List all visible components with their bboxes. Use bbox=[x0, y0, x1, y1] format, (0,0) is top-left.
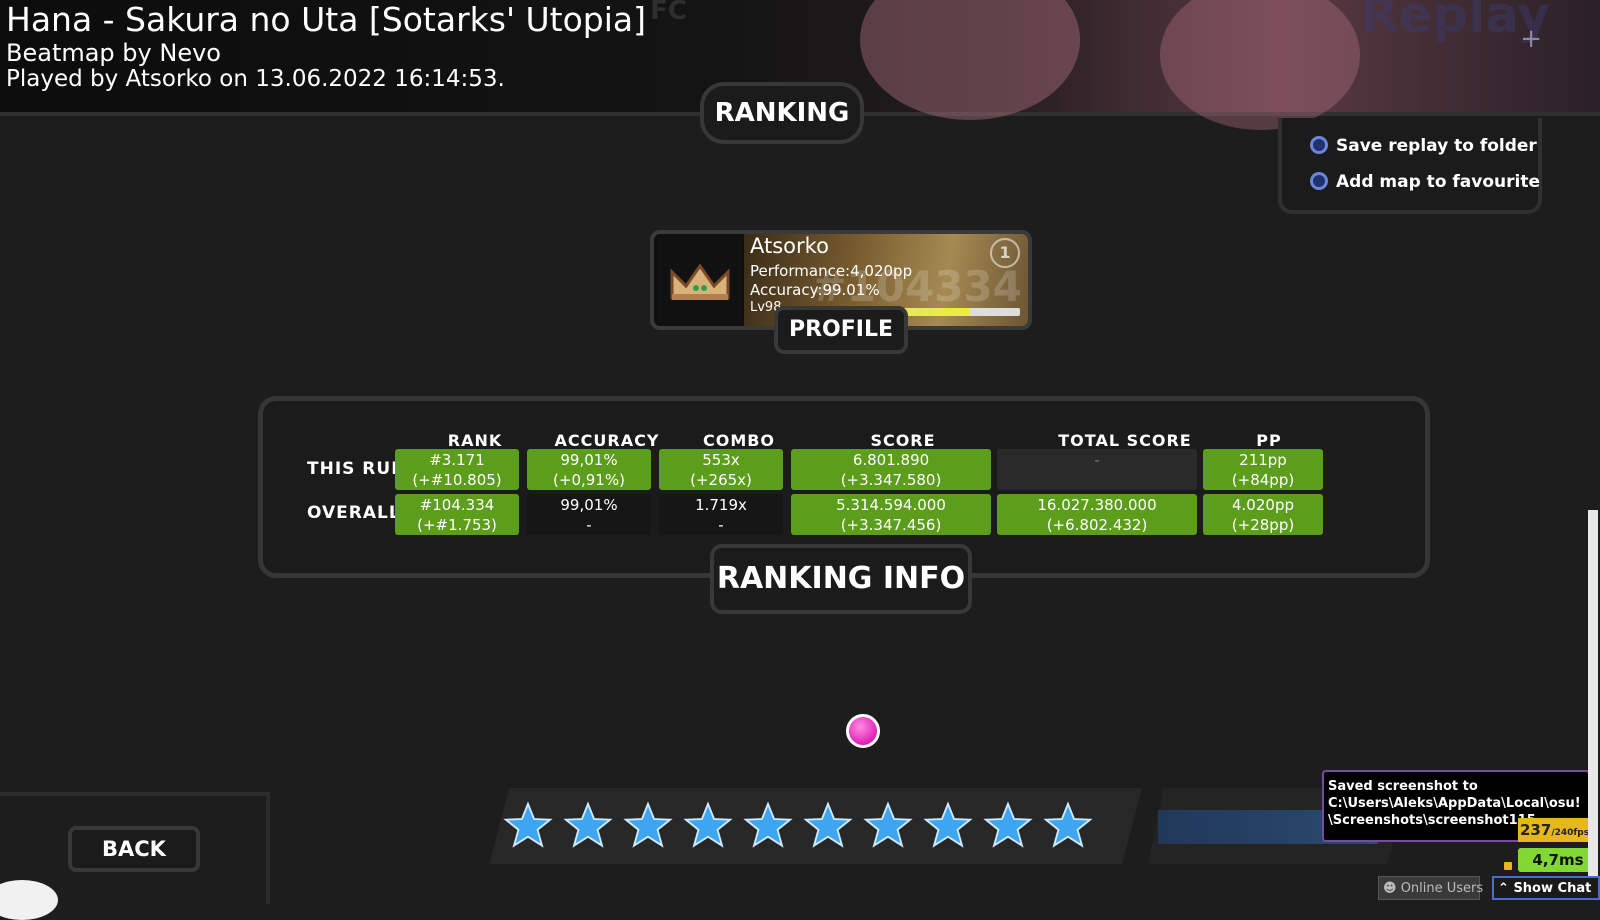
cell-value: 99,01% bbox=[560, 496, 618, 514]
back-button[interactable]: BACK bbox=[68, 826, 200, 872]
star-icon bbox=[683, 801, 733, 848]
show-chat-label: Show Chat bbox=[1513, 881, 1592, 896]
table-cell: - bbox=[997, 449, 1197, 490]
cell-delta: - bbox=[586, 516, 592, 534]
cell-delta: (+#10.805) bbox=[412, 471, 502, 489]
cell-value: 99,01% bbox=[560, 451, 618, 469]
star-icon bbox=[503, 801, 553, 848]
fps-value: 237 bbox=[1520, 821, 1552, 839]
table-cell: 5.314.594.000 (+3.347.456) bbox=[791, 494, 991, 535]
latency-counter: 4,7ms bbox=[1518, 848, 1598, 872]
notification-line: C:\Users\Aleks\AppData\Local\osu! bbox=[1328, 796, 1581, 811]
cell-delta: (+#1.753) bbox=[417, 516, 497, 534]
ranking-title: RANKING bbox=[700, 82, 864, 144]
star-icon bbox=[1043, 801, 1093, 848]
show-chat-button[interactable]: ⌃ Show Chat bbox=[1492, 876, 1600, 900]
scrollbar[interactable] bbox=[1588, 510, 1598, 890]
cell-delta: (+265x) bbox=[690, 471, 752, 489]
avatar bbox=[658, 238, 742, 322]
notification-line: Saved screenshot to bbox=[1328, 779, 1478, 794]
background-art bbox=[860, 0, 1080, 120]
save-replay-label: Save replay to folder bbox=[1336, 136, 1537, 156]
cell-value: - bbox=[1094, 451, 1100, 469]
online-users-button[interactable]: ☻ Online Users bbox=[1378, 876, 1484, 900]
cell-value: 5.314.594.000 bbox=[836, 496, 946, 514]
cell-value: 211pp bbox=[1239, 451, 1287, 469]
latency-indicator bbox=[1504, 862, 1512, 870]
row-label-overall: OVERALL bbox=[307, 503, 401, 523]
radio-icon bbox=[1310, 172, 1328, 190]
cell-delta: (+28pp) bbox=[1231, 516, 1295, 534]
table-cell: 99,01% (+0,91%) bbox=[527, 449, 651, 490]
star-icon bbox=[743, 801, 793, 848]
row-label-this-run: THIS RUN bbox=[307, 459, 407, 479]
column-header-combo: COMBO bbox=[702, 431, 776, 450]
crown-icon bbox=[658, 238, 742, 322]
table-cell: 1.719x - bbox=[659, 494, 783, 535]
table-cell: 553x (+265x) bbox=[659, 449, 783, 490]
ranking-info-title: RANKING INFO bbox=[710, 544, 972, 614]
username: Atsorko bbox=[750, 234, 829, 258]
fc-label: FC bbox=[650, 0, 687, 26]
fps-cap: /240fps bbox=[1551, 828, 1590, 838]
online-users-label: Online Users bbox=[1400, 881, 1484, 896]
cell-delta: (+0,91%) bbox=[553, 471, 625, 489]
rank-circle-icon: 1 bbox=[990, 238, 1020, 268]
star-icon bbox=[623, 801, 673, 848]
column-header-pp: PP bbox=[1256, 431, 1282, 450]
star-icon bbox=[923, 801, 973, 848]
accuracy-value: Accuracy:99.01% bbox=[750, 281, 880, 299]
cell-delta: (+84pp) bbox=[1231, 471, 1295, 489]
profile-button[interactable]: PROFILE bbox=[774, 306, 908, 354]
cell-value: 553x bbox=[702, 451, 740, 469]
cell-value: 4.020pp bbox=[1232, 496, 1294, 514]
table-cell: 211pp (+84pp) bbox=[1203, 449, 1323, 490]
add-favourite-option[interactable]: Add map to favourite bbox=[1310, 172, 1540, 192]
background-art bbox=[1160, 0, 1360, 130]
table-cell: #3.171 (+#10.805) bbox=[395, 449, 519, 490]
cell-value: #104.334 bbox=[419, 496, 495, 514]
cursor-trail bbox=[0, 880, 58, 920]
cell-value: 16.027.380.000 bbox=[1037, 496, 1157, 514]
cell-delta: (+3.347.580) bbox=[840, 471, 942, 489]
star-icon bbox=[863, 801, 913, 848]
cell-delta: (+3.347.456) bbox=[840, 516, 942, 534]
chevron-up-icon: ⌃ bbox=[1498, 881, 1509, 896]
column-header-score: SCORE bbox=[870, 431, 936, 450]
star-icon bbox=[563, 801, 613, 848]
performance-value: Performance:4,020pp bbox=[750, 262, 913, 280]
add-favourite-label: Add map to favourite bbox=[1336, 172, 1541, 192]
cell-delta: (+6.802.432) bbox=[1046, 516, 1148, 534]
save-replay-option[interactable]: Save replay to folder bbox=[1310, 136, 1537, 156]
cursor-dot bbox=[846, 714, 880, 748]
fps-counter: 237/240fps bbox=[1518, 818, 1598, 842]
table-cell: 6.801.890 (+3.347.580) bbox=[791, 449, 991, 490]
table-cell: 99,01% - bbox=[527, 494, 651, 535]
cell-value: #3.171 bbox=[429, 451, 485, 469]
options-panel: Save replay to folder Add map to favouri… bbox=[1278, 118, 1542, 214]
cell-value: 6.801.890 bbox=[852, 451, 930, 469]
played-by-info: Played by Atsorko on 13.06.2022 16:14:53… bbox=[6, 66, 505, 92]
radio-icon bbox=[1310, 136, 1328, 154]
table-cell: #104.334 (+#1.753) bbox=[395, 494, 519, 535]
star-rating bbox=[500, 798, 1096, 858]
star-icon bbox=[803, 801, 853, 848]
plus-icon: + bbox=[1520, 24, 1542, 54]
table-cell: 4.020pp (+28pp) bbox=[1203, 494, 1323, 535]
users-icon: ☻ bbox=[1383, 881, 1397, 896]
star-icon bbox=[983, 801, 1033, 848]
beatmap-title: Hana - Sakura no Uta [Sotarks' Utopia] bbox=[6, 0, 647, 39]
cell-value: 1.719x bbox=[695, 496, 747, 514]
table-cell: 16.027.380.000 (+6.802.432) bbox=[997, 494, 1197, 535]
cell-delta: - bbox=[718, 516, 724, 534]
